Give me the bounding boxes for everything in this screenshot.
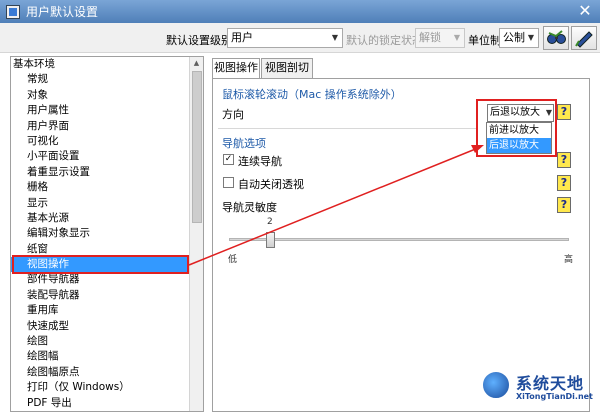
toolbar: 默认设置级别 用户 ▼ 默认的锁定状态 解锁 ▼ 单位制 公制 ▼ bbox=[0, 23, 600, 53]
lock-select[interactable]: 解锁 ▼ bbox=[415, 28, 465, 48]
chevron-down-icon: ▼ bbox=[527, 33, 535, 42]
app-icon bbox=[6, 4, 20, 19]
tree-scrollbar[interactable]: ▲ bbox=[189, 57, 203, 411]
scroll-up-icon[interactable]: ▲ bbox=[190, 57, 203, 70]
pen-icon bbox=[575, 31, 593, 48]
close-icon[interactable]: ✕ bbox=[576, 2, 594, 20]
tree-list: 基本环境 常规 对象 用户属性 用户界面 可视化 小平面设置 着重显示设置 栅格 显示 基本光源 编辑… bbox=[11, 57, 203, 411]
import-settings-button[interactable] bbox=[543, 26, 569, 50]
section-divider bbox=[218, 128, 478, 129]
tree-item[interactable]: 装配导航器 bbox=[11, 288, 203, 303]
help-icon[interactable]: ? bbox=[557, 104, 571, 120]
tree-item[interactable]: 绘图幅 bbox=[11, 349, 203, 364]
auto-close-perspective-label: 自动关闭透视 bbox=[238, 178, 304, 191]
watermark-url: XiTongTianDi.net bbox=[516, 392, 593, 401]
direction-label: 方向 bbox=[222, 108, 244, 121]
tree-item[interactable]: 重用库 bbox=[11, 303, 203, 318]
tree-item[interactable]: 基本光源 bbox=[11, 211, 203, 226]
help-icon[interactable]: ? bbox=[557, 175, 571, 191]
tree-item[interactable]: 栅格 bbox=[11, 180, 203, 195]
unit-value: 公制 bbox=[503, 31, 525, 44]
tree-item[interactable]: 部件导航器 bbox=[11, 272, 203, 287]
tree-item[interactable]: 绘图 bbox=[11, 334, 203, 349]
help-icon[interactable]: ? bbox=[557, 152, 571, 168]
sensitivity-value: 2 bbox=[267, 217, 273, 227]
level-select[interactable]: 用户 ▼ bbox=[227, 28, 343, 48]
level-label: 默认设置级别 bbox=[166, 34, 232, 47]
tree-item[interactable]: 显示 bbox=[11, 196, 203, 211]
sensitivity-slider-track[interactable] bbox=[229, 238, 569, 241]
auto-close-perspective-checkbox[interactable] bbox=[223, 177, 234, 188]
scroll-section-title: 鼠标滚轮滚动（Mac 操作系统除外） bbox=[222, 88, 402, 101]
annotation-box-dropdown bbox=[476, 99, 557, 157]
tree-item[interactable]: 绘图幅原点 bbox=[11, 365, 203, 380]
help-icon[interactable]: ? bbox=[557, 197, 571, 213]
tree-item[interactable]: 着重显示设置 bbox=[11, 165, 203, 180]
sensitivity-slider-thumb[interactable] bbox=[266, 232, 275, 248]
sensitivity-label: 导航灵敏度 bbox=[222, 201, 277, 214]
tree-item[interactable]: PDF 导出 bbox=[11, 396, 203, 411]
tree-item[interactable]: 打印（仅 Windows） bbox=[11, 380, 203, 395]
lock-label: 默认的锁定状态 bbox=[346, 34, 423, 47]
continuous-nav-label: 连续导航 bbox=[238, 155, 282, 168]
tree-item[interactable]: 小平面设置 bbox=[11, 149, 203, 164]
watermark-title: 系统天地 bbox=[516, 374, 585, 393]
title-bar: 用户默认设置 ✕ bbox=[0, 0, 600, 23]
tree-item[interactable]: 可视化 bbox=[11, 134, 203, 149]
tree-item[interactable]: 常规 bbox=[11, 72, 203, 87]
chevron-down-icon: ▼ bbox=[331, 33, 339, 42]
glasses-icon bbox=[547, 30, 566, 44]
tab-view-operation[interactable]: 视图操作 bbox=[212, 58, 260, 79]
unit-label: 单位制 bbox=[468, 34, 501, 47]
slider-low-label: 低 bbox=[228, 255, 238, 265]
tab-view-section[interactable]: 视图剖切 bbox=[261, 58, 313, 78]
chevron-down-icon: ▼ bbox=[453, 33, 461, 42]
tree-item[interactable]: 快速成型 bbox=[11, 319, 203, 334]
category-tree: 基本环境 常规 对象 用户属性 用户界面 可视化 小平面设置 着重显示设置 栅格 显示 基本光源 编辑… bbox=[10, 56, 204, 412]
unit-select[interactable]: 公制 ▼ bbox=[499, 28, 539, 48]
tree-item[interactable]: 编辑对象显示 bbox=[11, 226, 203, 241]
watermark-logo bbox=[481, 370, 511, 400]
export-settings-button[interactable] bbox=[571, 26, 597, 50]
window-title: 用户默认设置 bbox=[26, 5, 99, 19]
tree-item[interactable]: 用户界面 bbox=[11, 119, 203, 134]
tree-item[interactable]: 对象 bbox=[11, 88, 203, 103]
tree-item[interactable]: 用户属性 bbox=[11, 103, 203, 118]
continuous-nav-checkbox[interactable]: ✓ bbox=[223, 154, 234, 165]
level-value: 用户 bbox=[231, 31, 253, 44]
scrollbar-thumb[interactable] bbox=[192, 71, 202, 223]
lock-value: 解锁 bbox=[419, 31, 441, 44]
nav-section-title: 导航选项 bbox=[222, 137, 266, 150]
slider-high-label: 高 bbox=[564, 255, 574, 265]
tree-root-item[interactable]: 基本环境 bbox=[11, 57, 203, 72]
annotation-box-tree bbox=[12, 255, 189, 274]
